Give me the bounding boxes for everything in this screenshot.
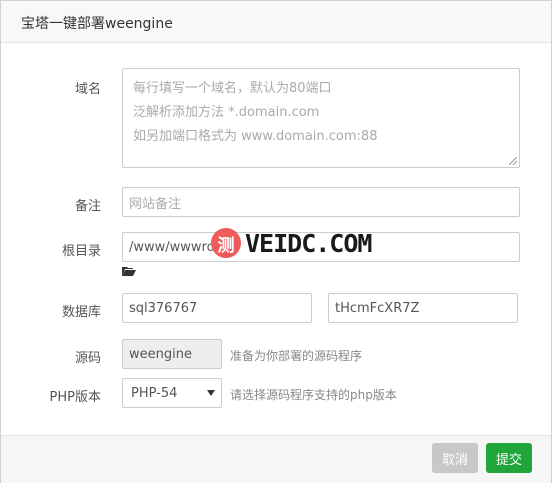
domain-placeholder-line-3: 如另加端口格式为 www.domain.com:88 [133,129,378,144]
deploy-dialog: 宝塔一键部署weengine 域名 每行填写一个域名，默认为80端口 泛解析添加… [0,0,552,483]
root-dir-input[interactable]: /www/wwwroo [122,232,520,262]
source-label: 源码 [74,351,101,366]
submit-button[interactable]: 提交 [486,443,532,473]
dialog-titlebar: 宝塔一键部署weengine [1,1,551,43]
php-version-select[interactable]: PHP-54 [122,378,222,408]
remark-label: 备注 [74,199,101,214]
domain-textarea[interactable]: 每行填写一个域名，默认为80端口 泛解析添加方法 *.domain.com 如另… [122,68,520,168]
php-version-hint: 请选择源码程序支持的php版本 [230,388,397,402]
domain-placeholder-line-1: 每行填写一个域名，默认为80端口 [133,81,332,96]
source-hint: 准备为你部署的源码程序 [230,349,363,363]
dialog-title: 宝塔一键部署weengine [21,16,173,32]
folder-open-icon[interactable] [122,266,136,276]
root-dir-label: 根目录 [61,244,101,259]
domain-placeholder-line-2: 泛解析添加方法 *.domain.com [133,105,320,120]
resize-grip-icon[interactable] [509,157,517,165]
php-version-label: PHP版本 [49,390,101,405]
chevron-down-icon [207,390,215,396]
database-user-input[interactable]: sql376767 [122,293,312,323]
remark-input[interactable]: 网站备注 [122,187,520,217]
database-password-input[interactable]: tHcmFcXR7Z [328,293,518,323]
database-label: 数据库 [61,305,101,320]
php-version-selected: PHP-54 [131,385,178,401]
cancel-button[interactable]: 取消 [432,443,478,473]
source-readonly-field: weengine [122,339,222,369]
domain-label: 域名 [74,82,101,97]
